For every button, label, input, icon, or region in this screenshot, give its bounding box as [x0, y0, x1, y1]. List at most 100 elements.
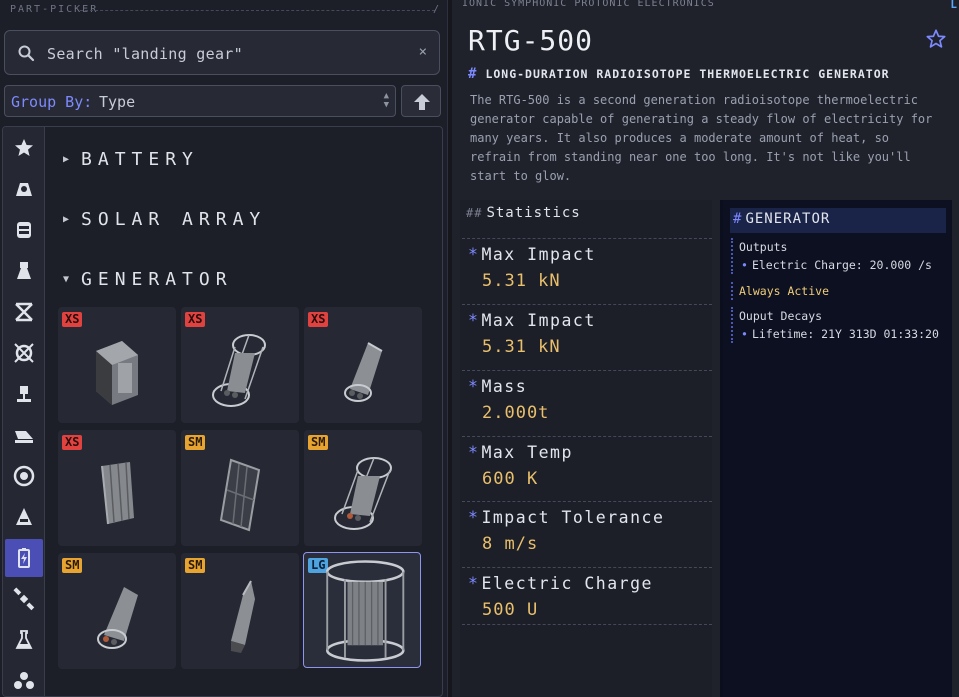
part-tile[interactable]: XS: [304, 307, 422, 423]
part-tile[interactable]: SM: [58, 553, 176, 669]
rtg-cage-part-icon: [334, 457, 392, 530]
group-by-select[interactable]: Group By: Type ▲ ▼: [4, 85, 396, 117]
search-query: Search "landing gear": [47, 45, 243, 63]
engine-icon: [17, 262, 31, 279]
part-tile[interactable]: XS: [58, 307, 176, 423]
heading-marks: ##: [466, 206, 483, 220]
size-badge: XS: [185, 312, 206, 327]
outputs-title: Outputs: [739, 240, 788, 254]
star-icon: [15, 139, 33, 156]
part-subtitle: # LONG-DURATION RADIOISOTOPE THERMOELECTR…: [468, 66, 890, 82]
part-detail-panel: IONIC SYMPHONIC PROTONIC ELECTRONICS L R…: [452, 0, 959, 697]
category-engine[interactable]: [5, 252, 43, 290]
size-badge: SM: [185, 558, 206, 573]
stat-label: * Max Temp: [468, 443, 573, 462]
statistics-heading: ## Statistics: [466, 205, 581, 221]
stat-value: 2.000t: [482, 403, 550, 423]
group-by-label: Group By:: [11, 93, 93, 111]
cluster-icon: [14, 672, 34, 689]
category-coupling[interactable]: [5, 334, 43, 372]
solar-panel-part-icon: [219, 458, 261, 532]
category-command[interactable]: [5, 170, 43, 208]
category-nosecones[interactable]: [5, 498, 43, 536]
size-badge: SM: [185, 435, 206, 450]
science-flask-icon: [15, 630, 33, 649]
subtitle-text: LONG-DURATION RADIOISOTOPE THERMOELECTRI…: [485, 67, 890, 81]
category-favorites[interactable]: [5, 129, 43, 167]
rtg-large-cage-part-icon: [325, 560, 405, 662]
manufacturer-label: IONIC SYMPHONIC PROTONIC ELECTRONICS: [462, 0, 715, 9]
select-arrows-icon: ▲ ▼: [383, 91, 389, 110]
capsule-icon: [16, 183, 32, 196]
clear-search-icon[interactable]: ×: [419, 44, 427, 60]
stat-label: * Electric Charge: [468, 574, 653, 593]
category-science[interactable]: [5, 621, 43, 659]
part-tile-selected[interactable]: LG: [303, 552, 421, 668]
category-sidebar: [3, 127, 45, 696]
wing-icon: [15, 431, 33, 443]
stat-label: * Mass: [468, 377, 528, 396]
lifetime-line: • Lifetime: 21Y 313D 01:33:20: [741, 327, 939, 341]
stat-label: * Impact Tolerance: [468, 508, 665, 527]
stat-row: * Mass 2.000t: [462, 370, 712, 436]
favorite-star-icon[interactable]: [925, 28, 947, 50]
category-utility[interactable]: [5, 662, 43, 696]
group-label: SOLAR ARRAY: [81, 209, 267, 230]
part-tile[interactable]: XS: [181, 307, 299, 423]
generator-title: GENERATOR: [745, 211, 831, 227]
category-aero[interactable]: [5, 416, 43, 454]
size-badge: SM: [308, 435, 329, 450]
always-active-label: Always Active: [739, 284, 830, 298]
generator-heading: # GENERATOR: [730, 208, 946, 233]
outputs-section: Outputs • Electric Charge: 20.000 /s: [731, 238, 932, 274]
arrow-up-icon: [414, 94, 430, 110]
stat-row: * Impact Tolerance 8 m/s: [462, 501, 712, 567]
active-state-section: Always Active: [731, 282, 829, 300]
collapsed-arrow-icon: ▶: [63, 154, 70, 165]
part-tile[interactable]: SM: [181, 553, 299, 669]
sort-direction-button[interactable]: [401, 85, 441, 117]
picker-title-divider: [80, 10, 435, 11]
category-structural[interactable]: [5, 293, 43, 331]
stat-value: 8 m/s: [482, 534, 539, 554]
category-communication[interactable]: [5, 580, 43, 618]
stat-value: 500 U: [482, 600, 539, 620]
group-by-value: Type: [99, 93, 136, 111]
decay-title: Ouput Decays: [739, 309, 823, 323]
stat-row: * Max Temp 600 K: [462, 436, 712, 502]
group-header-solar-array[interactable]: ▶ SOLAR ARRAY: [63, 209, 266, 230]
nosecone-icon: [16, 508, 32, 525]
part-tile[interactable]: SM: [304, 430, 422, 546]
stat-value: 5.31 kN: [482, 271, 561, 291]
category-power[interactable]: [5, 539, 43, 577]
category-ground[interactable]: [5, 375, 43, 413]
statistics-panel: ## Statistics * Max Impact 5.31 kN * Max Im…: [460, 200, 712, 697]
category-wheels[interactable]: [5, 457, 43, 495]
part-tile[interactable]: SM: [181, 430, 299, 546]
category-fuel[interactable]: [5, 211, 43, 249]
stat-value: 5.31 kN: [482, 337, 561, 357]
stat-label: * Max Impact: [468, 311, 596, 330]
rtg-box-part-icon: [96, 341, 138, 405]
corner-mark: L: [950, 0, 957, 11]
search-input[interactable]: Search "landing gear" ×: [4, 30, 440, 75]
size-badge: SM: [62, 558, 83, 573]
part-tile[interactable]: XS: [58, 430, 176, 546]
size-badge: XS: [308, 312, 329, 327]
fuel-tank-icon: [17, 222, 31, 238]
output-line: • Electric Charge: 20.000 /s: [741, 258, 932, 272]
wheel-icon: [13, 465, 35, 487]
group-header-battery[interactable]: ▶ BATTERY: [63, 149, 199, 170]
satellite-icon: [13, 587, 35, 611]
rtg-rod-part-icon: [231, 580, 255, 653]
subtitle-hash: #: [468, 66, 478, 82]
part-description: The RTG-500 is a second generation radio…: [470, 93, 933, 183]
rtg-cage-part-icon: [212, 334, 266, 407]
stat-row: * Max Impact 5.31 kN: [462, 238, 712, 304]
rtg-fin-part-icon: [101, 462, 134, 525]
group-header-generator[interactable]: ▼ GENERATOR: [63, 269, 233, 290]
stat-value: 600 K: [482, 469, 539, 489]
rtg-cone-part-icon: [344, 342, 383, 402]
decay-section: Ouput Decays • Lifetime: 21Y 313D 01:33:2…: [731, 307, 939, 343]
generator-module-panel: # GENERATOR Outputs • Electric Charge: 20.…: [720, 200, 952, 697]
